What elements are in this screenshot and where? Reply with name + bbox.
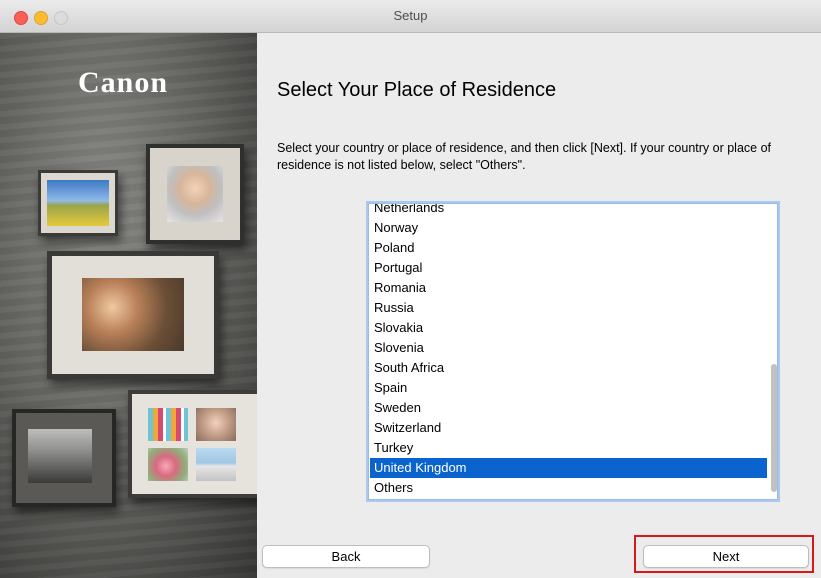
setup-window: Setup Canon Select Your Place of Residen… [0,0,821,578]
photo-frame-collage [128,390,257,498]
title-bar: Setup [0,0,821,33]
list-item-slovenia[interactable]: Slovenia [370,338,767,358]
list-item-poland[interactable]: Poland [370,238,767,258]
list-item-spain[interactable]: Spain [370,378,767,398]
photo-frame-landscape [38,170,118,236]
list-item-slovakia[interactable]: Slovakia [370,318,767,338]
list-item-norway[interactable]: Norway [370,218,767,238]
list-item-united-kingdom[interactable]: United Kingdom [370,458,767,478]
list-item-others[interactable]: Others [370,478,767,498]
list-item-turkey[interactable]: Turkey [370,438,767,458]
country-list[interactable]: Netherlands Norway Poland Portugal Roman… [368,203,778,500]
photo-frame-baby [146,144,244,244]
window-title: Setup [393,8,428,23]
list-item-switzerland[interactable]: Switzerland [370,418,767,438]
next-button[interactable]: Next [643,545,809,568]
canon-logo: Canon [78,66,169,99]
list-scrollbar-thumb[interactable] [771,364,777,492]
sidebar-artwork: Canon [0,33,257,578]
list-item-netherlands[interactable]: Netherlands [370,204,767,218]
page-title: Select Your Place of Residence [277,79,557,101]
list-item-sweden[interactable]: Sweden [370,398,767,418]
instructions-text: Select your country or place of residenc… [277,141,771,172]
list-item-portugal[interactable]: Portugal [370,258,767,278]
main-content: Select Your Place of Residence Select yo… [257,33,821,578]
list-item-romania[interactable]: Romania [370,278,767,298]
photo-frame-vintage [12,409,116,507]
list-item-russia[interactable]: Russia [370,298,767,318]
photo-frame-family [47,251,219,379]
back-button[interactable]: Back [262,545,430,568]
list-item-south-africa[interactable]: South Africa [370,358,767,378]
